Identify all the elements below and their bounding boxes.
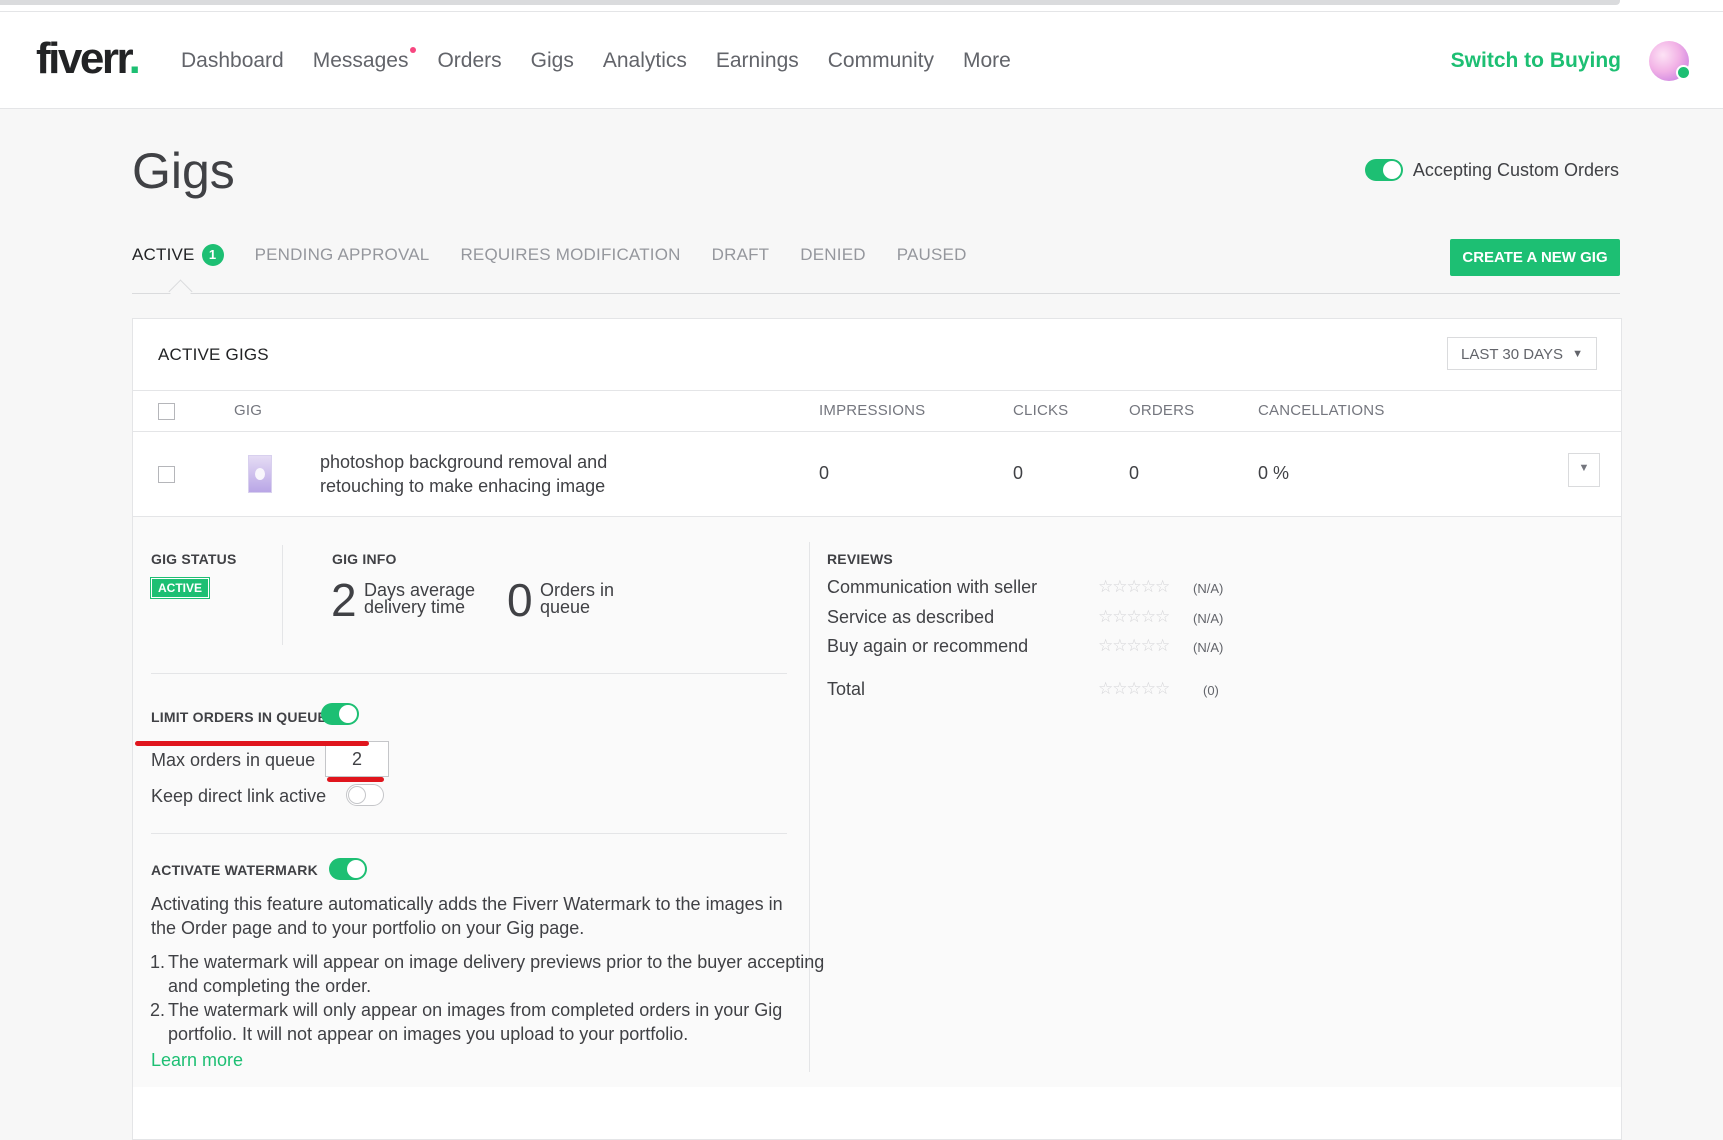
- review-total-label: Total: [827, 679, 866, 699]
- table-row: photoshop background removal and retouch…: [133, 431, 1621, 517]
- annotation-underline: [327, 777, 384, 782]
- star-rating-icon: ☆☆☆☆☆: [1098, 607, 1170, 626]
- custom-orders-setting: Accepting Custom Orders: [1364, 159, 1619, 181]
- nav-dashboard[interactable]: Dashboard: [181, 49, 284, 73]
- avatar[interactable]: [1649, 41, 1691, 81]
- create-new-gig-button[interactable]: CREATE A NEW GIG: [1450, 239, 1620, 276]
- active-tab-indicator: [168, 279, 193, 304]
- panel-title: ACTIVE GIGS: [158, 345, 269, 364]
- section-divider: [151, 833, 787, 834]
- custom-orders-label: Accepting Custom Orders: [1412, 159, 1619, 180]
- tab-paused[interactable]: PAUSED: [897, 245, 967, 265]
- column-clicks: CLICKS: [1013, 402, 1069, 419]
- tab-active[interactable]: ACTIVE 1: [132, 244, 224, 266]
- nav-community[interactable]: Community: [828, 49, 934, 73]
- divider: [282, 545, 283, 645]
- max-orders-label: Max orders in queue: [151, 750, 316, 770]
- nav-analytics[interactable]: Analytics: [603, 49, 687, 73]
- tabs-divider: [132, 293, 1620, 294]
- section-divider: [151, 673, 787, 674]
- nav-more[interactable]: More: [963, 49, 1011, 73]
- review-service-value: (N/A): [1193, 611, 1224, 626]
- learn-more-link[interactable]: Learn more: [151, 1050, 243, 1071]
- delivery-desc: Days average delivery time: [364, 580, 476, 617]
- gig-title-link[interactable]: photoshop background removal and retouch…: [320, 450, 630, 498]
- star-rating-icon: ☆☆☆☆☆: [1098, 577, 1170, 596]
- max-orders-input[interactable]: 2: [325, 741, 389, 777]
- reviews-heading: REVIEWS: [827, 551, 893, 567]
- active-count-badge: 1: [201, 244, 224, 266]
- switch-to-buying-link[interactable]: Switch to Buying: [1451, 49, 1621, 73]
- tab-pending-approval[interactable]: PENDING APPROVAL: [255, 245, 430, 265]
- column-cancellations: CANCELLATIONS: [1258, 402, 1385, 419]
- review-communication-label: Communication with seller: [827, 577, 1038, 597]
- delivery-days-value: 2: [331, 574, 357, 626]
- column-orders: ORDERS: [1129, 402, 1195, 419]
- direct-link-label: Keep direct link active: [151, 786, 327, 806]
- select-all-checkbox[interactable]: [158, 403, 175, 420]
- tab-requires-modification[interactable]: REQUIRES MODIFICATION: [460, 245, 680, 265]
- top-header: fiverr. Dashboard Messages Orders Gigs A…: [0, 12, 1723, 109]
- browser-top-strip: [0, 0, 1723, 12]
- limit-orders-heading: LIMIT ORDERS IN QUEUE: [151, 709, 328, 725]
- limit-orders-toggle[interactable]: [321, 703, 359, 725]
- chevron-down-icon: ▼: [1572, 348, 1583, 360]
- list-item: 2. The watermark will only appear on imag…: [150, 1000, 783, 1044]
- nav-orders[interactable]: Orders: [437, 49, 501, 73]
- nav-gigs[interactable]: Gigs: [531, 49, 574, 73]
- page-title: Gigs: [132, 143, 235, 199]
- scrollbar-horizontal[interactable]: [0, 0, 1620, 5]
- gig-info-heading: GIG INFO: [332, 551, 397, 567]
- watermark-description: Activating this feature automatically ad…: [151, 894, 783, 938]
- custom-orders-toggle[interactable]: [1364, 159, 1403, 181]
- watermark-points: 1. The watermark will appear on image del…: [150, 950, 850, 1046]
- review-total-value: (0): [1203, 683, 1219, 698]
- online-status-icon: [1676, 65, 1691, 80]
- queue-desc: Orders in queue: [540, 580, 615, 617]
- notification-dot: [410, 47, 417, 53]
- gig-status-tabs: ACTIVE 1 PENDING APPROVAL REQUIRES MODIFI…: [132, 244, 998, 266]
- gig-status-heading: GIG STATUS: [151, 551, 237, 567]
- status-badge: ACTIVE: [149, 577, 211, 599]
- direct-link-toggle[interactable]: [346, 784, 384, 806]
- nav-messages[interactable]: Messages: [313, 47, 417, 73]
- row-checkbox[interactable]: [158, 466, 175, 483]
- period-dropdown[interactable]: LAST 30 DAYS ▼: [1447, 337, 1597, 370]
- row-actions-dropdown[interactable]: ▼: [1568, 453, 1600, 487]
- gig-thumbnail[interactable]: [248, 455, 272, 493]
- tab-denied[interactable]: DENIED: [800, 245, 865, 265]
- clicks-value: 0: [1013, 463, 1024, 483]
- watermark-heading: ACTIVATE WATERMARK: [151, 862, 318, 878]
- column-gig: GIG: [234, 402, 263, 419]
- review-communication-value: (N/A): [1193, 581, 1224, 596]
- fiverr-logo[interactable]: fiverr.: [36, 34, 141, 84]
- tab-draft[interactable]: DRAFT: [712, 245, 770, 265]
- annotation-underline: [135, 741, 369, 746]
- star-rating-icon: ☆☆☆☆☆: [1098, 679, 1170, 698]
- star-rating-icon: ☆☆☆☆☆: [1098, 636, 1170, 655]
- watermark-toggle[interactable]: [329, 858, 367, 880]
- review-recommend-value: (N/A): [1193, 640, 1224, 655]
- queue-count-value: 0: [507, 574, 533, 626]
- review-recommend-label: Buy again or recommend: [827, 636, 1029, 656]
- nav-earnings[interactable]: Earnings: [716, 49, 799, 73]
- table-header: GIG IMPRESSIONS CLICKS ORDERS CANCELLATI…: [133, 390, 1621, 432]
- cancellations-value: 0 %: [1258, 463, 1290, 483]
- impressions-value: 0: [819, 463, 830, 483]
- list-item: 1. The watermark will appear on image del…: [150, 952, 825, 996]
- orders-value: 0: [1129, 463, 1140, 483]
- main-nav: Dashboard Messages Orders Gigs Analytics…: [181, 47, 1040, 73]
- review-service-label: Service as described: [827, 607, 995, 627]
- column-impressions: IMPRESSIONS: [819, 402, 926, 419]
